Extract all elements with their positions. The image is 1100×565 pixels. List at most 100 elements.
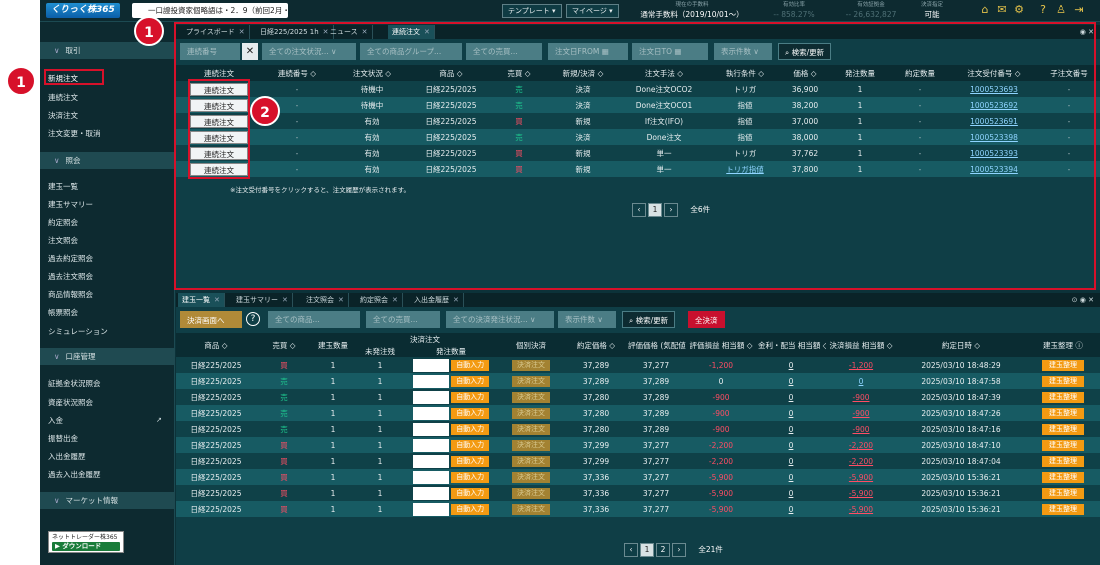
- sidebar-item-position-summary[interactable]: 建玉サマリー: [48, 198, 93, 212]
- order-qty-input[interactable]: [412, 502, 449, 516]
- page-button[interactable]: 1: [640, 543, 654, 557]
- page-button[interactable]: 2: [656, 543, 670, 557]
- organize-position-button[interactable]: 建玉整理: [1042, 407, 1084, 419]
- organize-position-button[interactable]: 建玉整理: [1042, 503, 1084, 515]
- close-icon[interactable]: ✕: [392, 296, 398, 304]
- tab-position-summary[interactable]: 建玉サマリー ✕: [232, 293, 293, 307]
- auto-input-button[interactable]: 自動入力: [451, 423, 490, 435]
- sidebar-section-inquiry[interactable]: ∨ 照会: [40, 152, 175, 169]
- close-icon[interactable]: ✕: [214, 296, 220, 304]
- settle-pl-link[interactable]: -900: [852, 425, 869, 434]
- clear-filter-button[interactable]: ✕: [242, 43, 258, 60]
- settle-pl-link[interactable]: -900: [852, 409, 869, 418]
- settle-order-button[interactable]: 決済注文: [512, 439, 550, 451]
- sidebar-item-margin-status[interactable]: 証拠金状況照会: [48, 377, 101, 391]
- sidebar-item-executions[interactable]: 約定照会: [48, 216, 78, 230]
- product-group-select[interactable]: 全ての商品グループ...: [360, 43, 462, 60]
- continuous-order-button[interactable]: 連続注文: [190, 162, 248, 176]
- close-icon[interactable]: ✕: [1088, 28, 1094, 36]
- auto-input-button[interactable]: 自動入力: [451, 407, 490, 419]
- settle-order-button[interactable]: 決済注文: [512, 487, 550, 499]
- next-page-button[interactable]: ›: [664, 203, 678, 217]
- side-select[interactable]: 全ての売買...: [366, 311, 440, 328]
- order-qty-input[interactable]: [412, 422, 449, 436]
- help-icon[interactable]: ?: [1036, 3, 1050, 17]
- settle-order-button[interactable]: 決済注文: [512, 391, 550, 403]
- col-header[interactable]: 執行条件 ◇: [710, 65, 780, 81]
- order-number-link[interactable]: 1000523691: [970, 117, 1018, 126]
- continuous-order-button[interactable]: 連続注文: [190, 82, 248, 96]
- order-qty-input[interactable]: [412, 374, 449, 388]
- auto-input-button[interactable]: 自動入力: [451, 439, 490, 451]
- continuous-order-button[interactable]: 連続注文: [190, 146, 248, 160]
- continuous-order-button[interactable]: 連続注文: [190, 130, 248, 144]
- settle-screen-button[interactable]: 決済画面へ: [180, 311, 242, 328]
- eye-icon[interactable]: ◉: [1080, 296, 1086, 304]
- sidebar-item-withdrawal[interactable]: 振替出金: [48, 432, 78, 446]
- order-status-select[interactable]: 全ての注文状況... ∨: [262, 43, 356, 60]
- tab-chart[interactable]: 日経225/2025 1h ✕: [256, 25, 334, 39]
- search-update-button[interactable]: ⌕ 検索/更新: [622, 311, 676, 328]
- display-count-select[interactable]: 表示件数 ∨: [714, 43, 772, 60]
- sidebar-item-asset-status[interactable]: 資産状況照会: [48, 396, 93, 410]
- col-header[interactable]: 売買 ◇: [256, 333, 312, 357]
- settings-icon[interactable]: ⊙: [1072, 296, 1078, 304]
- continuous-order-button[interactable]: 連続注文: [190, 98, 248, 112]
- settle-all-button[interactable]: 全決済: [688, 311, 725, 328]
- organize-position-button[interactable]: 建玉整理: [1042, 391, 1084, 403]
- sidebar-item-simulation[interactable]: シミュレーション: [48, 325, 108, 339]
- close-icon[interactable]: ✕: [239, 28, 245, 36]
- tab-execution-inquiry[interactable]: 約定照会 ✕: [356, 293, 403, 307]
- col-header[interactable]: 建玉整理 ⓘ: [1026, 333, 1100, 357]
- organize-position-button[interactable]: 建玉整理: [1042, 359, 1084, 371]
- date-from-input[interactable]: 注文日FROM ▦: [548, 43, 628, 60]
- auto-input-button[interactable]: 自動入力: [451, 487, 490, 499]
- sidebar-item-product-info[interactable]: 商品情報照会: [48, 288, 93, 302]
- col-header[interactable]: 売買 ◇: [490, 65, 548, 81]
- sidebar-item-orders[interactable]: 注文照会: [48, 234, 78, 248]
- settle-pl-link[interactable]: -5,900: [849, 473, 873, 482]
- col-header[interactable]: 約定日時 ◇: [896, 333, 1026, 357]
- page-button[interactable]: 1: [648, 203, 662, 217]
- interest-dividend-link[interactable]: 0: [789, 393, 794, 402]
- settle-pl-link[interactable]: -5,900: [849, 489, 873, 498]
- prev-page-button[interactable]: ‹: [624, 543, 638, 557]
- sidebar-item-continuous-order[interactable]: 連続注文: [48, 91, 78, 105]
- sidebar-item-modify-cancel[interactable]: 注文変更・取消: [48, 127, 101, 141]
- col-header[interactable]: 価格 ◇: [780, 65, 830, 81]
- settle-pl-link[interactable]: -5,900: [849, 505, 873, 514]
- sidebar-item-positions[interactable]: 建玉一覧: [48, 180, 78, 194]
- sidebar-item-past-executions[interactable]: 過去約定照会: [48, 252, 93, 266]
- news-ticker[interactable]: 一口證投資家個略語は・2．9（前回2月・1...: [132, 3, 288, 18]
- tab-news[interactable]: ニュース ✕: [326, 25, 373, 39]
- settle-order-button[interactable]: 決済注文: [512, 407, 550, 419]
- organize-position-button[interactable]: 建玉整理: [1042, 471, 1084, 483]
- col-header[interactable]: 評価価格 (気配値) ◇: [626, 333, 686, 357]
- settle-order-button[interactable]: 決済注文: [512, 471, 550, 483]
- col-header[interactable]: 注文受付番号 ◇: [950, 65, 1038, 81]
- col-header[interactable]: 注文状況 ◇: [332, 65, 412, 81]
- settle-status-select[interactable]: 全ての決済発注状況... ∨: [446, 311, 554, 328]
- col-header[interactable]: 注文手法 ◇: [618, 65, 710, 81]
- side-select[interactable]: 全ての売買...: [466, 43, 542, 60]
- tab-positions[interactable]: 建玉一覧 ✕: [178, 293, 225, 307]
- settle-order-button[interactable]: 決済注文: [512, 375, 550, 387]
- user-icon[interactable]: ♙: [1054, 3, 1068, 17]
- col-header[interactable]: 決済損益 相当額 ◇: [826, 333, 896, 357]
- help-icon[interactable]: ?: [246, 312, 260, 326]
- auto-input-button[interactable]: 自動入力: [451, 359, 490, 371]
- cont-no-input[interactable]: 連続番号: [180, 43, 240, 60]
- download-box[interactable]: ネットトレーダー株365 ▶ ダウンロード: [48, 531, 124, 553]
- order-number-link[interactable]: 1000523394: [970, 165, 1018, 174]
- col-header[interactable]: 評価損益 相当額 ◇: [686, 333, 756, 357]
- home-icon[interactable]: ⌂: [978, 3, 992, 17]
- eye-icon[interactable]: ◉: [1080, 28, 1086, 36]
- interest-dividend-link[interactable]: 0: [789, 441, 794, 450]
- close-icon[interactable]: ✕: [282, 296, 288, 304]
- display-count-select[interactable]: 表示件数 ∨: [558, 311, 616, 328]
- auto-input-button[interactable]: 自動入力: [451, 471, 490, 483]
- tab-continuous-order[interactable]: 連続注文 ✕: [388, 25, 435, 39]
- order-number-link[interactable]: 1000523692: [970, 101, 1018, 110]
- settle-pl-link[interactable]: -1,200: [849, 361, 873, 370]
- tab-price-board[interactable]: プライスボード ✕: [182, 25, 250, 39]
